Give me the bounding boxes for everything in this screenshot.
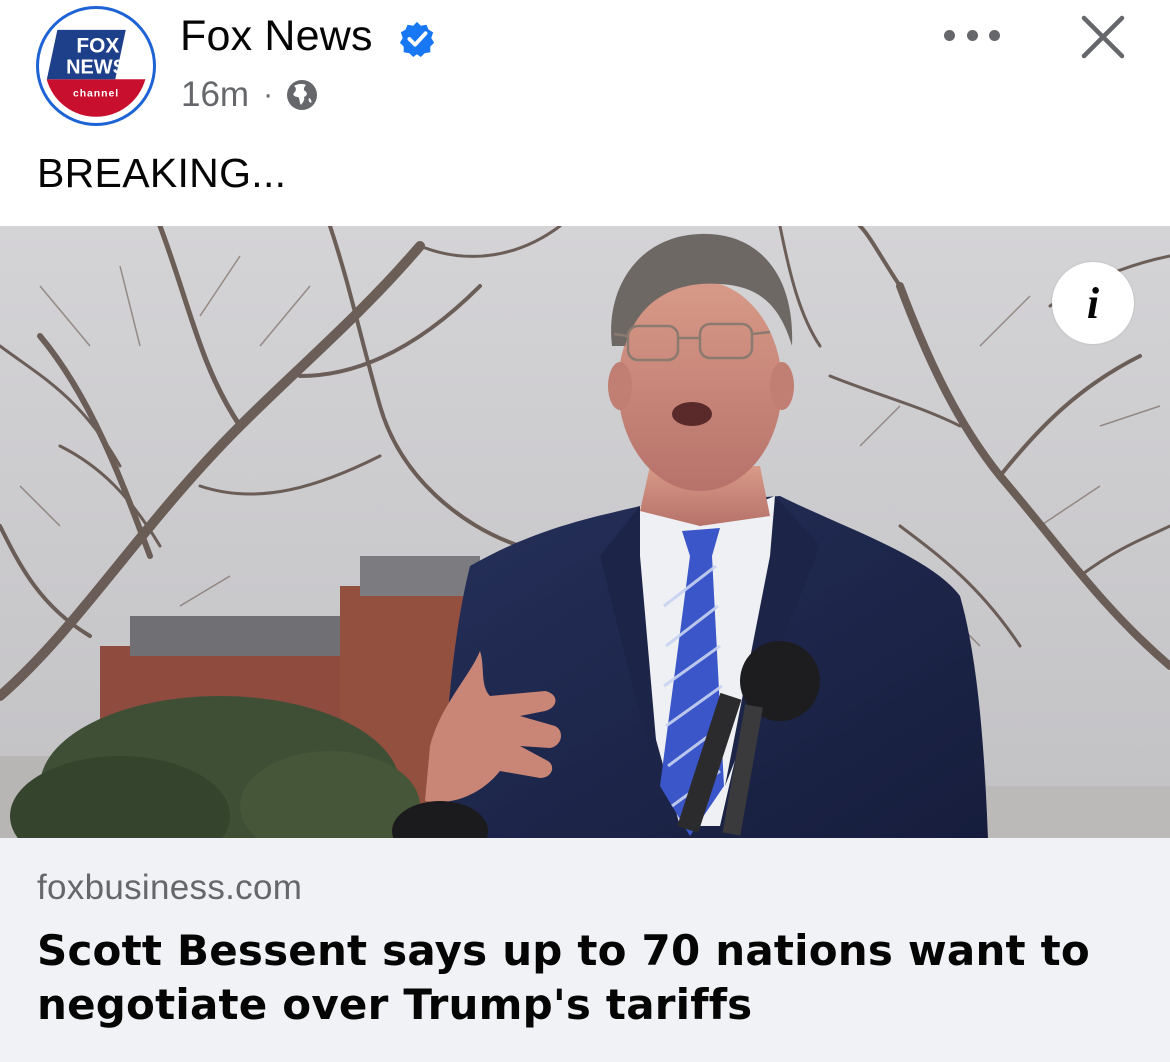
- post-header: FOX NEWS channel Fox News 16m ·: [0, 0, 1170, 140]
- post-timestamp[interactable]: 16m: [181, 75, 249, 115]
- link-preview-card[interactable]: foxbusiness.com Scott Bessent says up to…: [0, 838, 1170, 1062]
- page-avatar[interactable]: FOX NEWS channel: [36, 6, 156, 126]
- verified-badge-icon: [399, 21, 435, 58]
- logo-text-channel: channel: [73, 88, 119, 99]
- more-dot: [944, 29, 955, 41]
- meta-separator: ·: [263, 78, 274, 111]
- link-domain: foxbusiness.com: [37, 868, 303, 907]
- link-headline[interactable]: Scott Bessent says up to 70 nations want…: [37, 924, 1117, 1032]
- post-meta: 16m ·: [181, 74, 319, 116]
- page-name[interactable]: Fox News: [180, 12, 373, 61]
- fox-news-logo: FOX NEWS channel: [40, 10, 152, 122]
- article-photo[interactable]: [0, 226, 1170, 838]
- logo-text-news: NEWS: [66, 57, 126, 79]
- more-options-icon[interactable]: [944, 20, 1000, 50]
- more-dot: [966, 29, 978, 41]
- info-icon[interactable]: i: [1052, 262, 1134, 344]
- logo-text-fox: FOX: [76, 35, 119, 58]
- photo-illustration: [0, 226, 1170, 838]
- close-icon[interactable]: [1078, 12, 1128, 62]
- globe-icon: [287, 80, 318, 110]
- post-text: BREAKING...: [37, 150, 287, 196]
- more-dot: [989, 29, 1000, 41]
